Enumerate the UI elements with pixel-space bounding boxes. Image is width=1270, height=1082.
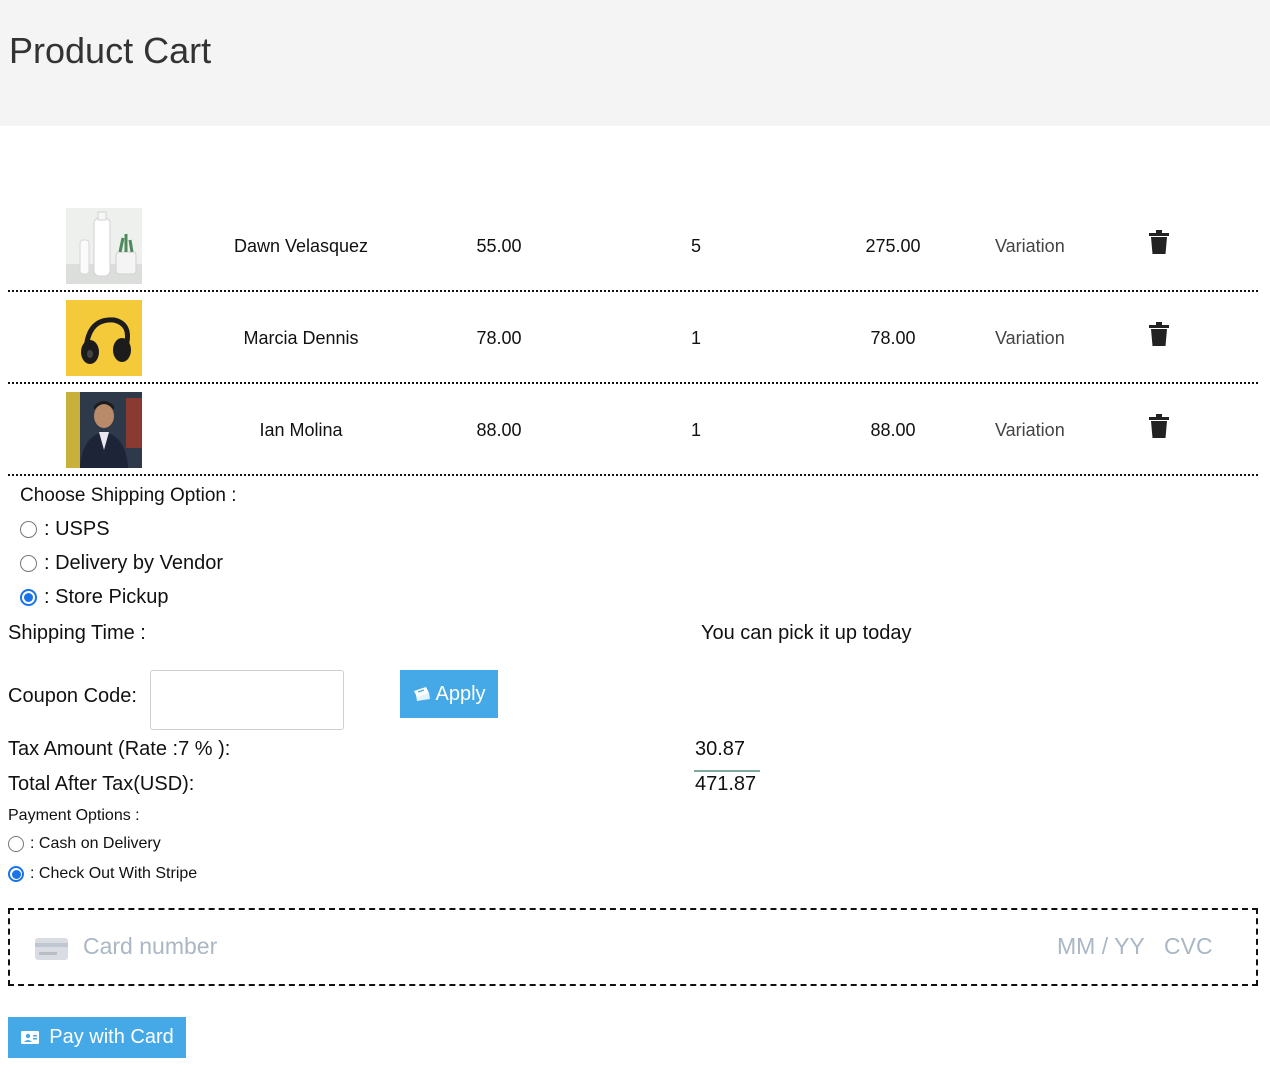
payment-icon: [20, 1029, 42, 1047]
radio-button[interactable]: [8, 836, 24, 852]
product-price: 88.00: [476, 420, 522, 440]
payment-option-stripe[interactable]: : Check Out With Stripe: [8, 865, 197, 883]
shipping-option-usps[interactable]: : USPS: [20, 518, 110, 541]
cart-row: Dawn Velasquez 55.00 5 275.00 Variation: [8, 200, 1258, 292]
product-total: 275.00: [865, 236, 921, 256]
shipping-option-label: : USPS: [44, 518, 110, 540]
product-price: 78.00: [476, 328, 522, 348]
shipping-heading: Choose Shipping Option :: [20, 485, 237, 506]
product-price: 55.00: [476, 236, 522, 256]
apply-button[interactable]: Apply: [400, 670, 498, 718]
product-total: 78.00: [870, 328, 916, 348]
product-variation: Variation: [995, 328, 1065, 348]
trash-icon[interactable]: [1149, 414, 1169, 438]
ticket-icon: [412, 685, 434, 703]
coupon-label: Coupon Code:: [8, 685, 137, 707]
product-name: Ian Molina: [259, 420, 343, 440]
product-image-portrait: [66, 392, 142, 468]
coupon-input[interactable]: [150, 670, 344, 730]
shipping-option-store-pickup[interactable]: : Store Pickup: [20, 586, 169, 609]
radio-button[interactable]: [20, 555, 37, 572]
radio-button-selected[interactable]: [8, 866, 24, 882]
card-input-box[interactable]: Card number MM / YY CVC: [8, 908, 1258, 986]
payment-option-label: : Check Out With Stripe: [30, 865, 198, 882]
cart-row: Ian Molina 88.00 1 88.00 Variation: [8, 384, 1258, 476]
card-cvc-input[interactable]: CVC: [1164, 933, 1213, 960]
cart-row: Marcia Dennis 78.00 1 78.00 Variation: [8, 292, 1258, 384]
radio-button[interactable]: [20, 521, 37, 538]
product-quantity: 5: [690, 236, 701, 256]
trash-icon[interactable]: [1149, 322, 1169, 346]
shipping-time-label: Shipping Time :: [8, 622, 146, 644]
card-number-input[interactable]: Card number: [83, 933, 217, 960]
card-expiry-input[interactable]: MM / YY: [1057, 933, 1145, 960]
total-label: Total After Tax(USD):: [8, 773, 195, 795]
tax-label: Tax Amount (Rate :7 % ):: [8, 738, 231, 760]
product-total: 88.00: [870, 420, 916, 440]
credit-card-icon: [35, 938, 68, 960]
radio-button-selected[interactable]: [20, 589, 37, 606]
pay-label: Pay with Card: [49, 1026, 174, 1048]
page-title: Product Cart: [9, 30, 212, 71]
page-header: Product Cart: [0, 0, 1270, 126]
product-quantity: 1: [690, 420, 701, 440]
trash-icon[interactable]: [1149, 230, 1169, 254]
pay-with-card-button[interactable]: Pay with Card: [8, 1017, 186, 1058]
payment-option-cod[interactable]: : Cash on Delivery: [8, 835, 161, 853]
total-divider: [694, 770, 760, 772]
payment-heading: Payment Options :: [8, 807, 140, 824]
product-variation: Variation: [995, 420, 1065, 440]
shipping-time-value: You can pick it up today: [701, 622, 912, 644]
shipping-option-vendor[interactable]: : Delivery by Vendor: [20, 552, 223, 575]
shipping-option-label: : Store Pickup: [44, 586, 169, 608]
apply-label: Apply: [435, 682, 486, 705]
product-variation: Variation: [995, 236, 1065, 256]
product-name: Marcia Dennis: [243, 328, 359, 348]
product-quantity: 1: [690, 328, 701, 348]
product-name: Dawn Velasquez: [233, 236, 369, 256]
total-value: 471.87: [695, 773, 757, 795]
payment-option-label: : Cash on Delivery: [30, 835, 161, 852]
shipping-option-label: : Delivery by Vendor: [44, 552, 223, 574]
product-image-bottles: [66, 208, 142, 284]
tax-value: 30.87: [695, 738, 746, 760]
product-image-headphones: [66, 300, 142, 376]
